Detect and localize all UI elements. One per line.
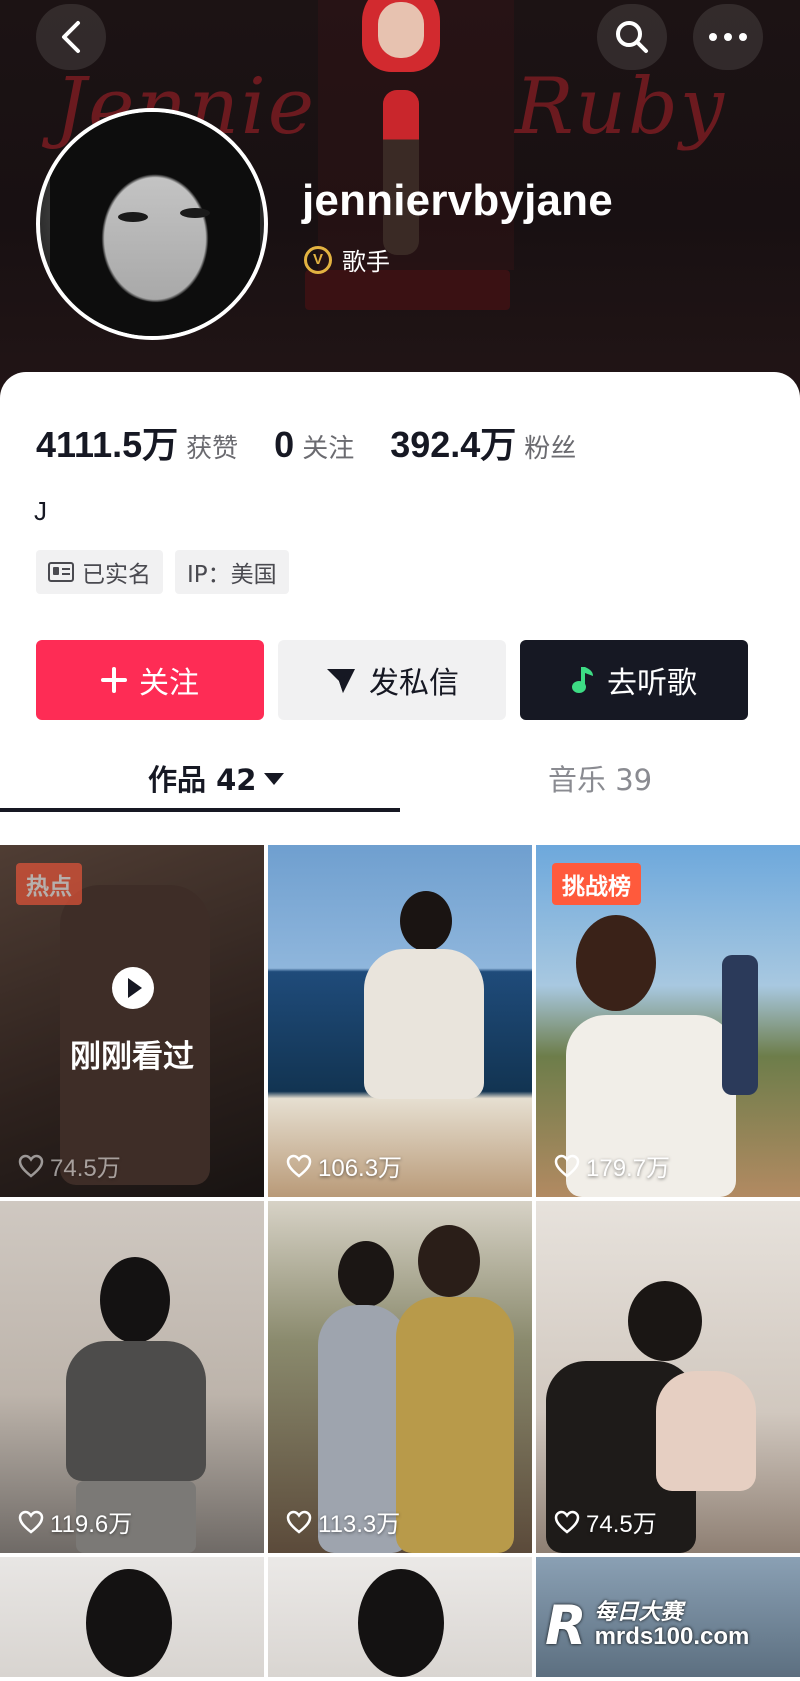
- stat-following-label[interactable]: 关注: [302, 428, 354, 465]
- thumbnail-figure: [396, 1297, 514, 1553]
- thumbnail-figure-head: [418, 1225, 480, 1297]
- avatar-hair: [50, 112, 260, 336]
- video-likes-count: 119.6万: [50, 1511, 133, 1538]
- tab-active-indicator: [0, 808, 400, 812]
- send-icon: [327, 669, 355, 693]
- chevron-left-icon: [62, 21, 80, 53]
- heart-icon: [554, 1510, 580, 1534]
- video-thumbnail[interactable]: 113.3万: [268, 1201, 532, 1553]
- video-likes-count: 106.3万: [318, 1155, 403, 1182]
- banner-art-text-right: Ruby: [515, 62, 726, 152]
- thumbnail-figure-head: [358, 1569, 444, 1677]
- stat-likes-label: 获赞: [186, 434, 239, 464]
- avatar-eye: [180, 208, 210, 218]
- thumbnail-figure: [656, 1371, 756, 1491]
- video-thumbnail[interactable]: 74.5万: [536, 1201, 800, 1553]
- profile-banner: Jennie Ruby jenniervbyjane V 歌手: [0, 0, 800, 400]
- banner-figure-face: [378, 2, 424, 58]
- thumbnail-figure-head: [576, 915, 656, 1011]
- avatar[interactable]: [36, 108, 268, 340]
- ip-location-label: IP：美国: [187, 562, 277, 588]
- watermark-line2: mrds100.com: [594, 1622, 750, 1650]
- video-thumbnail[interactable]: 119.6万: [0, 1201, 264, 1553]
- video-likes: 74.5万: [554, 1504, 657, 1539]
- verified-name-label: 已实名: [82, 562, 151, 588]
- content-tabs: 作品 42 音乐 39: [0, 742, 800, 814]
- thumbnail-figure-background: [722, 955, 758, 1095]
- watermark-text: 每日大赛 mrds100.com: [595, 1601, 750, 1649]
- music-note-icon: [572, 667, 593, 693]
- verified-badge-icon: V: [304, 245, 332, 274]
- follow-button[interactable]: 关注: [36, 640, 264, 720]
- watermark-logo: R: [545, 1593, 587, 1657]
- listen-music-button[interactable]: 去听歌: [520, 640, 748, 720]
- stats-row: 4111.5万 获赞 0 关注 392.4万 粉丝: [36, 416, 612, 468]
- heart-icon: [554, 1154, 580, 1178]
- tab-works-label: 作品 42: [148, 763, 257, 797]
- heart-icon: [286, 1154, 312, 1178]
- video-likes-count: 74.5万: [586, 1511, 657, 1538]
- thumbnail-figure-head: [628, 1281, 702, 1361]
- heart-icon: [18, 1510, 44, 1534]
- ip-location-tag: IP：美国: [175, 550, 289, 594]
- tab-music[interactable]: 音乐 39: [548, 742, 652, 814]
- video-likes: 179.7万: [554, 1148, 670, 1183]
- back-button[interactable]: [36, 4, 106, 70]
- video-likes: 106.3万: [286, 1148, 402, 1183]
- message-button[interactable]: 发私信: [278, 640, 506, 720]
- video-likes: 113.3万: [286, 1504, 400, 1539]
- video-thumbnail[interactable]: 挑战榜 179.7万: [536, 845, 800, 1197]
- action-buttons: 关注 发私信 去听歌: [36, 640, 748, 720]
- thumbnail-figure-head: [86, 1569, 172, 1677]
- video-likes: 74.5万: [18, 1148, 121, 1183]
- search-icon: [616, 21, 648, 53]
- play-icon: [112, 967, 154, 1009]
- listen-music-button-label: 去听歌: [607, 666, 697, 701]
- verified-name-tag: 已实名: [36, 550, 163, 594]
- more-button[interactable]: [693, 4, 763, 70]
- tab-music-label: 音乐 39: [548, 763, 653, 797]
- recently-watched-label: 刚刚看过: [70, 1039, 194, 1075]
- stat-followers-label[interactable]: 粉丝: [524, 428, 576, 465]
- id-card-icon: [48, 562, 74, 582]
- verified-row: V 歌手: [304, 242, 390, 277]
- verified-label: 歌手: [342, 248, 390, 276]
- profile-tags: 已实名 IP：美国: [36, 550, 289, 594]
- video-likes: 119.6万: [18, 1504, 132, 1539]
- caret-down-icon: [264, 773, 285, 785]
- thumbnail-figure: [364, 949, 484, 1099]
- follow-button-label: 关注: [139, 666, 199, 701]
- plus-icon: [101, 667, 127, 693]
- hot-badge: 热点: [16, 863, 82, 905]
- bio-text: J: [34, 496, 47, 526]
- thumbnail-figure: [66, 1341, 206, 1481]
- stat-followers-value[interactable]: 392.4万: [390, 416, 516, 468]
- video-thumbnail[interactable]: [268, 1557, 532, 1677]
- watermark: R 每日大赛 mrds100.com: [545, 1590, 790, 1660]
- stat-following-value[interactable]: 0: [274, 424, 294, 466]
- more-dots-icon: [709, 33, 747, 41]
- banner-figure-body: [383, 90, 419, 255]
- avatar-eye: [118, 212, 148, 222]
- video-likes-count: 179.7万: [586, 1155, 671, 1182]
- tab-works[interactable]: 作品 42: [148, 742, 285, 814]
- video-thumbnail[interactable]: 热点 刚刚看过 74.5万: [0, 845, 264, 1197]
- heart-icon: [18, 1154, 44, 1178]
- thumbnail-figure-head: [338, 1241, 394, 1307]
- message-button-label: 发私信: [369, 666, 459, 701]
- video-thumbnail[interactable]: [0, 1557, 264, 1677]
- stat-likes-value: 4111.5万: [36, 424, 179, 465]
- thumbnail-figure-head: [100, 1257, 170, 1343]
- heart-icon: [286, 1510, 312, 1534]
- thumbnail-figure-head: [400, 891, 452, 951]
- video-likes-count: 113.3万: [318, 1511, 401, 1538]
- watermark-line1: 每日大赛: [594, 1599, 683, 1625]
- username: jenniervbyjane: [302, 176, 613, 225]
- challenge-badge: 挑战榜: [552, 863, 641, 905]
- video-likes-count: 74.5万: [50, 1155, 121, 1182]
- search-button[interactable]: [597, 4, 667, 70]
- video-thumbnail[interactable]: 106.3万: [268, 845, 532, 1197]
